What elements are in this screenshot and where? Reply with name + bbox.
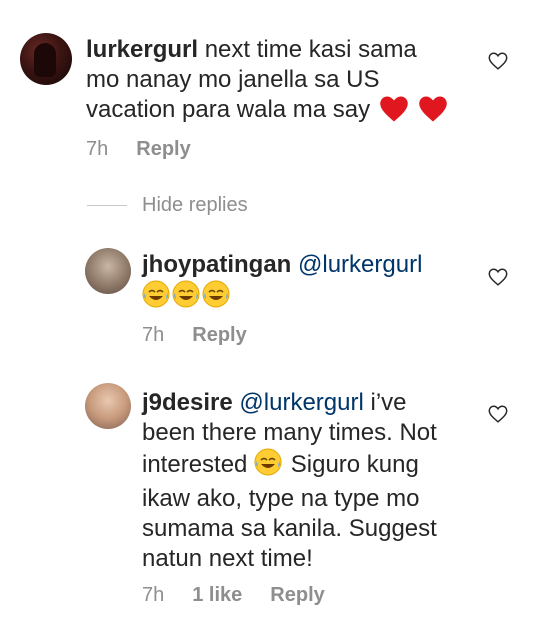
timestamp: 7h	[142, 324, 165, 346]
red-heart-emoji	[418, 95, 448, 131]
face-with-tears-of-joy-emoji	[172, 280, 200, 316]
face-with-tears-of-joy-emoji	[254, 448, 282, 484]
comment-line: natun next time!	[142, 545, 313, 572]
comment-line: interested	[142, 451, 248, 478]
timestamp: 7h	[142, 584, 165, 606]
comment-line: next time kasi sama	[204, 36, 417, 63]
avatar-jhoypatingan[interactable]	[85, 248, 131, 294]
username-jhoypatingan[interactable]: jhoypatingan	[142, 251, 291, 278]
hide-replies-button[interactable]: Hide replies	[142, 194, 248, 217]
comment-line: been there many times. Not	[142, 419, 437, 446]
mention-link[interactable]: @lurkergurl	[298, 251, 422, 278]
reply-button[interactable]: Reply	[270, 584, 324, 606]
comment-lurkergurl: lurkergurl next time kasi sama mo nanay …	[86, 35, 486, 131]
mention-link[interactable]: @lurkergurl	[239, 389, 363, 416]
comment-jhoypatingan: jhoypatingan @lurkergurl	[142, 250, 482, 316]
comment-line: i’ve	[370, 389, 407, 416]
avatar-lurkergurl[interactable]	[20, 33, 72, 85]
comment-line: Siguro kung	[290, 451, 419, 478]
like-heart-icon[interactable]	[487, 50, 509, 72]
reply-button[interactable]: Reply	[192, 324, 246, 346]
hide-replies-line	[87, 205, 127, 206]
red-heart-emoji	[379, 95, 409, 131]
username-j9desire[interactable]: j9desire	[142, 389, 233, 416]
face-with-tears-of-joy-emoji	[142, 280, 170, 316]
avatar-j9desire[interactable]	[85, 383, 131, 429]
comment-j9desire: j9desire @lurkergurl i’ve been there man…	[142, 388, 482, 574]
like-heart-icon[interactable]	[487, 403, 509, 425]
face-with-tears-of-joy-emoji	[202, 280, 230, 316]
comment-line: sumama sa kanila. Suggest	[142, 515, 437, 542]
comment-meta: 7h Reply	[86, 138, 191, 161]
comment-line: vacation para wala ma say	[86, 96, 371, 123]
comment-line: mo nanay mo janella sa US	[86, 66, 380, 93]
like-heart-icon[interactable]	[487, 266, 509, 288]
comment-line: ikaw ako, type na type mo	[142, 485, 420, 512]
comment-meta: 7h 1 like Reply	[142, 584, 325, 607]
username-lurkergurl[interactable]: lurkergurl	[86, 36, 198, 63]
likes-count-button[interactable]: 1 like	[192, 584, 242, 606]
timestamp: 7h	[86, 138, 109, 160]
comment-meta: 7h Reply	[142, 324, 247, 347]
reply-button[interactable]: Reply	[136, 138, 190, 160]
